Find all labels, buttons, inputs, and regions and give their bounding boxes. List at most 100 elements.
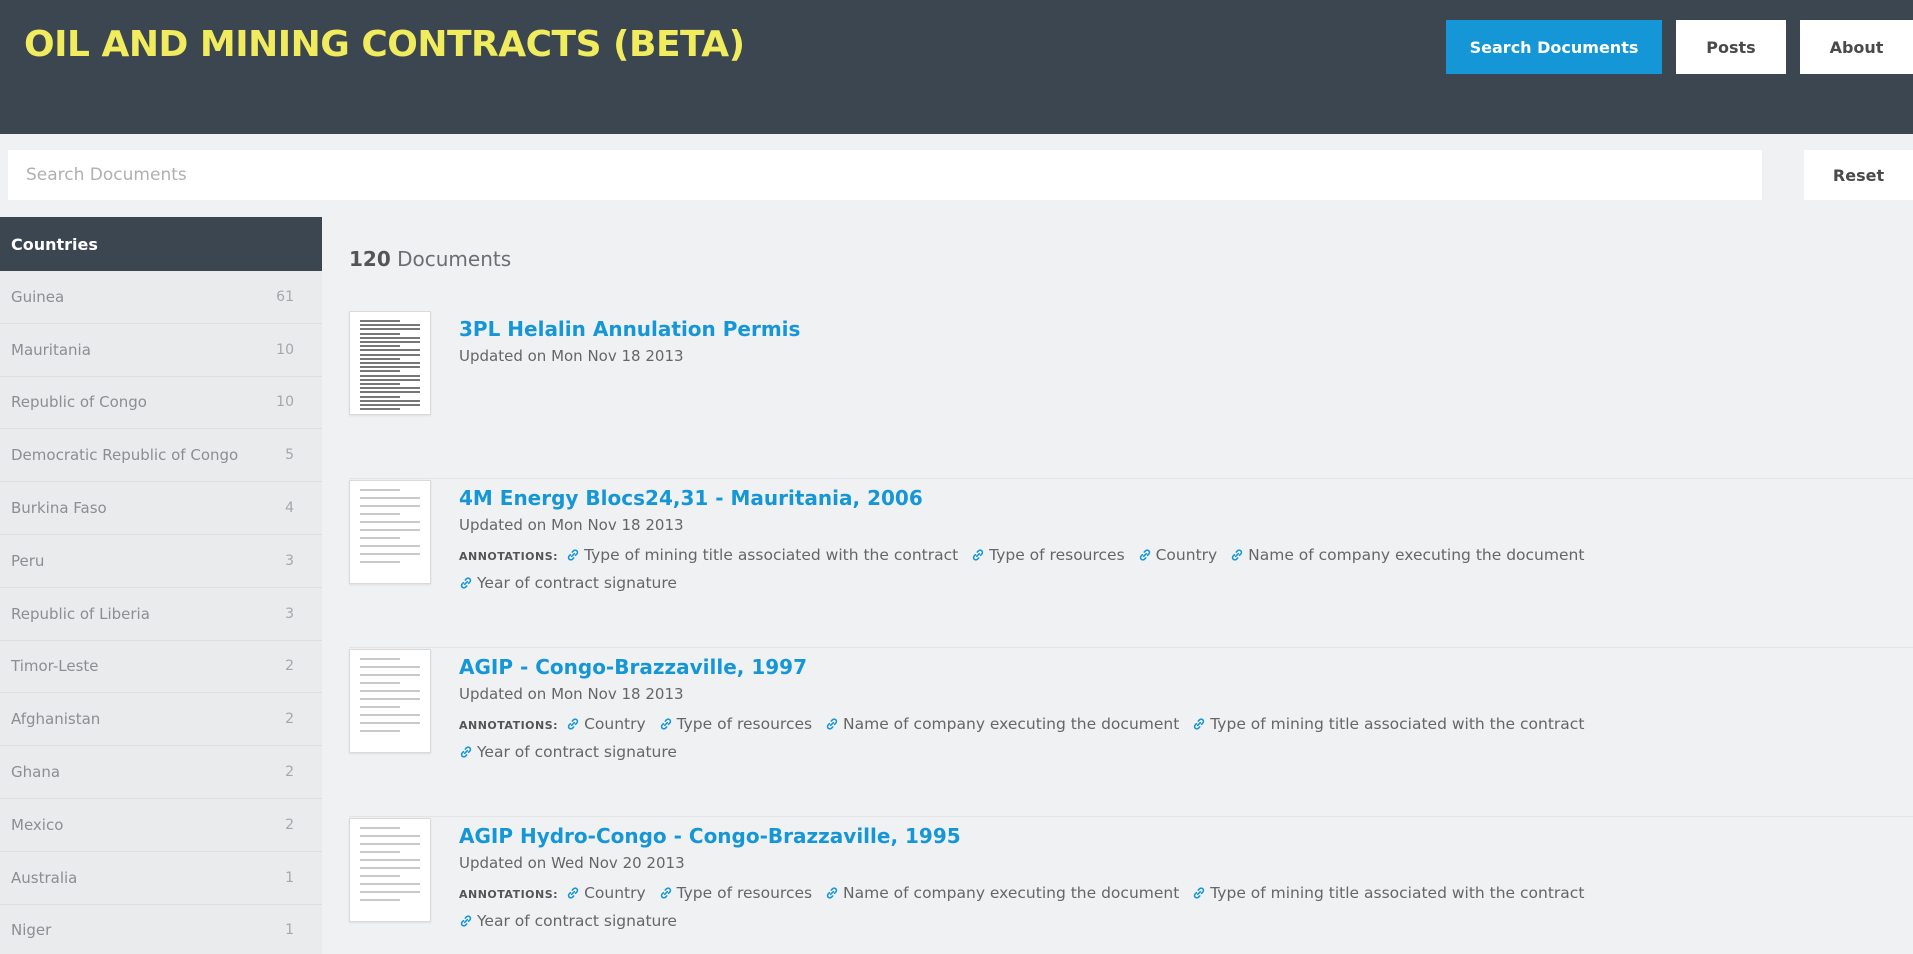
document-title-link[interactable]: 3PL Helalin Annulation Permis — [459, 317, 800, 341]
document-thumbnail[interactable] — [349, 311, 431, 415]
country-count: 61 — [276, 288, 294, 305]
link-icon — [459, 741, 473, 758]
country-label: Niger — [11, 921, 52, 940]
country-label: Guinea — [11, 287, 65, 306]
document-item: AGIP - Congo-Brazzaville, 1997 Updated on… — [349, 649, 1913, 817]
country-item[interactable]: Burkina Faso 4 — [0, 482, 322, 535]
annotation-label: Type of mining title associated with the… — [584, 546, 959, 564]
annotation-tag[interactable]: Type of resources — [971, 546, 1125, 564]
annotation-tag[interactable]: Name of company executing the document — [1230, 546, 1584, 564]
annotation-label: Type of resources — [989, 546, 1125, 564]
country-item[interactable]: Australia 1 — [0, 852, 322, 905]
country-item[interactable]: Republic of Liberia 3 — [0, 588, 322, 641]
document-title-link[interactable]: 4M Energy Blocs24,31 - Mauritania, 2006 — [459, 486, 923, 510]
link-icon — [1192, 713, 1206, 730]
annotation-label: Year of contract signature — [477, 743, 677, 761]
country-count: 2 — [285, 816, 294, 833]
annotations-label: ANNOTATIONS: — [459, 719, 559, 732]
country-item[interactable]: Afghanistan 2 — [0, 693, 322, 747]
document-thumbnail[interactable] — [349, 480, 431, 584]
document-annotations: ANNOTATIONS: Type of mining title associa… — [459, 542, 1639, 596]
countries-sidebar: Countries Guinea 61 Mauritania 10 Republic o… — [0, 217, 322, 954]
country-item[interactable]: Timor-Leste 2 — [0, 641, 322, 694]
country-list: Guinea 61 Mauritania 10 Republic of Congo 10 D… — [0, 271, 322, 954]
annotation-tag[interactable]: Name of company executing the document — [825, 884, 1179, 902]
country-label: Timor-Leste — [11, 657, 99, 676]
link-icon — [566, 882, 580, 899]
document-title-link[interactable]: AGIP - Congo-Brazzaville, 1997 — [459, 655, 807, 679]
country-item[interactable]: Ghana 2 — [0, 746, 322, 799]
about-button[interactable]: About — [1800, 20, 1913, 74]
country-item[interactable]: Democratic Republic of Congo 5 — [0, 429, 322, 483]
document-thumbnail[interactable] — [349, 818, 431, 922]
document-item: 3PL Helalin Annulation Permis Updated on … — [349, 311, 1913, 479]
country-item[interactable]: Mauritania 10 — [0, 324, 322, 377]
annotation-tag[interactable]: Type of resources — [659, 715, 812, 733]
link-icon — [1192, 882, 1206, 899]
annotation-tag[interactable]: Type of resources — [659, 882, 813, 902]
link-icon — [459, 910, 473, 927]
document-updated-date: Updated on Mon Nov 18 2013 — [459, 347, 684, 365]
sidebar-heading: Countries — [0, 217, 322, 271]
annotation-tag[interactable]: Type of mining title associated with the… — [566, 546, 958, 564]
annotation-label: Name of company executing the document — [843, 715, 1180, 733]
country-label: Mexico — [11, 815, 64, 834]
document-updated-date: Updated on Mon Nov 18 2013 — [459, 685, 684, 703]
annotation-label: Type of mining title associated with the… — [1210, 715, 1585, 733]
country-count: 2 — [285, 658, 294, 675]
document-item: AGIP Hydro-Congo - Congo-Brazzaville, 19… — [349, 818, 1913, 954]
annotation-label: Name of company executing the document — [1248, 546, 1585, 564]
annotation-label: Name of company executing the document — [843, 884, 1180, 902]
annotation-label: Type of resources — [676, 884, 813, 902]
country-count: 10 — [276, 341, 294, 358]
annotations-label: ANNOTATIONS: — [459, 888, 559, 901]
country-item[interactable]: Peru 3 — [0, 535, 322, 588]
document-thumbnail[interactable] — [349, 649, 431, 753]
country-count: 3 — [285, 552, 294, 569]
country-count: 10 — [276, 394, 294, 411]
country-label: Republic of Congo — [11, 393, 147, 412]
annotation-label: Country — [584, 884, 646, 902]
country-count: 1 — [285, 869, 294, 886]
annotation-label: Year of contract signature — [477, 574, 677, 592]
country-count: 4 — [285, 500, 294, 517]
annotation-tag[interactable]: Type of mining title associated with the… — [1192, 884, 1584, 902]
document-annotations: ANNOTATIONS: Country Type of resources Na… — [459, 711, 1639, 765]
annotation-tag[interactable]: Year of contract signature — [459, 743, 677, 761]
annotation-tag[interactable]: Name of company executing the document — [825, 715, 1179, 733]
annotation-tag[interactable]: Year of contract signature — [459, 574, 677, 592]
country-label: Peru — [11, 551, 45, 570]
site-title[interactable]: OIL AND MINING CONTRACTS (BETA) — [24, 24, 745, 65]
country-count: 2 — [285, 711, 294, 728]
site-header: OIL AND MINING CONTRACTS (BETA) Search D… — [0, 0, 1913, 134]
annotation-tag[interactable]: Year of contract signature — [459, 912, 677, 930]
country-count: 1 — [285, 922, 294, 939]
search-documents-button[interactable]: Search Documents — [1446, 20, 1662, 74]
document-annotations: ANNOTATIONS: Country Type of resources Na… — [459, 880, 1639, 934]
search-input[interactable] — [8, 150, 1762, 200]
link-icon — [825, 882, 839, 899]
country-count: 3 — [285, 605, 294, 622]
link-icon — [659, 882, 673, 899]
document-count-number: 120 — [349, 247, 391, 271]
top-nav: Search Documents Posts About — [1446, 20, 1913, 74]
annotation-tag[interactable]: Country — [1138, 546, 1217, 564]
link-icon — [971, 544, 985, 561]
country-item[interactable]: Niger 1 — [0, 905, 322, 954]
reset-button[interactable]: Reset — [1804, 150, 1913, 200]
country-label: Burkina Faso — [11, 499, 107, 518]
annotation-label: Year of contract signature — [477, 912, 677, 930]
country-item[interactable]: Republic of Congo 10 — [0, 377, 322, 430]
posts-button[interactable]: Posts — [1676, 20, 1786, 74]
annotation-label: Country — [584, 715, 646, 733]
annotation-label: Type of mining title associated with the… — [1210, 884, 1585, 902]
document-title-link[interactable]: AGIP Hydro-Congo - Congo-Brazzaville, 19… — [459, 824, 961, 848]
country-item[interactable]: Mexico 2 — [0, 799, 322, 852]
annotation-tag[interactable]: Type of mining title associated with the… — [1192, 715, 1584, 733]
annotation-tag[interactable]: Country — [566, 715, 646, 733]
country-item[interactable]: Guinea 61 — [0, 271, 322, 324]
document-updated-date: Updated on Wed Nov 20 2013 — [459, 854, 685, 872]
country-label: Ghana — [11, 763, 61, 782]
annotation-tag[interactable]: Country — [566, 884, 646, 902]
country-label: Democratic Republic of Congo — [11, 446, 239, 465]
